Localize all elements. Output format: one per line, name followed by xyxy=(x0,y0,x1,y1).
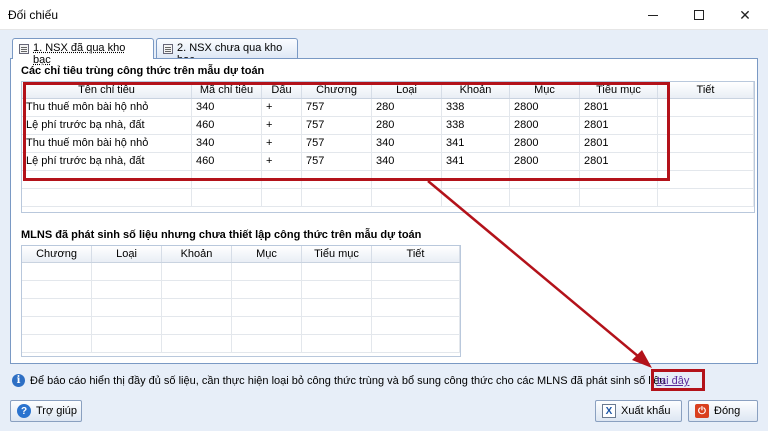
tab-document-icon xyxy=(163,44,173,54)
help-button[interactable]: ? Trợ giúp xyxy=(10,400,82,422)
tab-document-icon xyxy=(19,44,29,54)
minimize-button[interactable] xyxy=(630,0,676,30)
power-icon: ⏻ xyxy=(695,404,709,418)
close-icon: ✕ xyxy=(739,6,751,23)
maximize-button[interactable] xyxy=(676,0,722,30)
excel-icon: X xyxy=(602,404,616,418)
highlight-box-link xyxy=(651,369,705,391)
help-label: Trợ giúp xyxy=(36,405,78,417)
mlns-grid[interactable]: Chương Loại Khoản Mục Tiểu mục Tiết xyxy=(21,245,461,357)
window-title: Đối chiếu xyxy=(8,8,59,22)
cell xyxy=(658,135,754,152)
export-button[interactable]: X Xuất khẩu xyxy=(595,400,682,422)
export-label: Xuất khẩu xyxy=(621,405,671,417)
col-header[interactable]: Chương xyxy=(22,246,92,262)
maximize-icon xyxy=(694,10,704,20)
cell xyxy=(658,117,754,134)
col-header[interactable]: Tiểu mục xyxy=(302,246,372,262)
col-header[interactable]: Tiết xyxy=(658,82,754,98)
col-header[interactable]: Mục xyxy=(232,246,302,262)
window-close-button[interactable]: ✕ xyxy=(722,0,768,30)
col-header[interactable]: Loại xyxy=(92,246,162,262)
empty-row xyxy=(22,263,460,281)
tab-nsx-chua-qua-kho-bac[interactable]: 2. NSX chưa qua kho bạc xyxy=(156,38,298,66)
grid-header: Chương Loại Khoản Mục Tiểu mục Tiết xyxy=(22,246,460,263)
empty-row xyxy=(22,299,460,317)
empty-row xyxy=(22,189,754,207)
empty-row xyxy=(22,335,460,353)
cell xyxy=(658,153,754,170)
status-message: Để báo cáo hiển thị đầy đủ số liệu, cần … xyxy=(30,375,666,387)
title-bar: Đối chiếu ✕ xyxy=(0,0,768,30)
close-label: Đóng xyxy=(714,405,741,417)
cell xyxy=(658,99,754,116)
info-icon: i xyxy=(12,374,25,387)
empty-row xyxy=(22,281,460,299)
empty-row xyxy=(22,317,460,335)
help-icon: ? xyxy=(17,404,31,418)
highlight-box-duplicates xyxy=(23,82,670,181)
section2-title: MLNS đã phát sinh số liệu nhưng chưa thi… xyxy=(21,229,422,241)
section1-title: Các chỉ tiêu trùng công thức trên mẫu dự… xyxy=(21,65,265,77)
col-header[interactable]: Tiết xyxy=(372,246,460,262)
col-header[interactable]: Khoản xyxy=(162,246,232,262)
minimize-icon xyxy=(648,14,658,16)
close-button[interactable]: ⏻ Đóng xyxy=(688,400,758,422)
tab-nsx-qua-kho-bac[interactable]: 1. NSX đã qua kho bạc xyxy=(12,38,154,66)
